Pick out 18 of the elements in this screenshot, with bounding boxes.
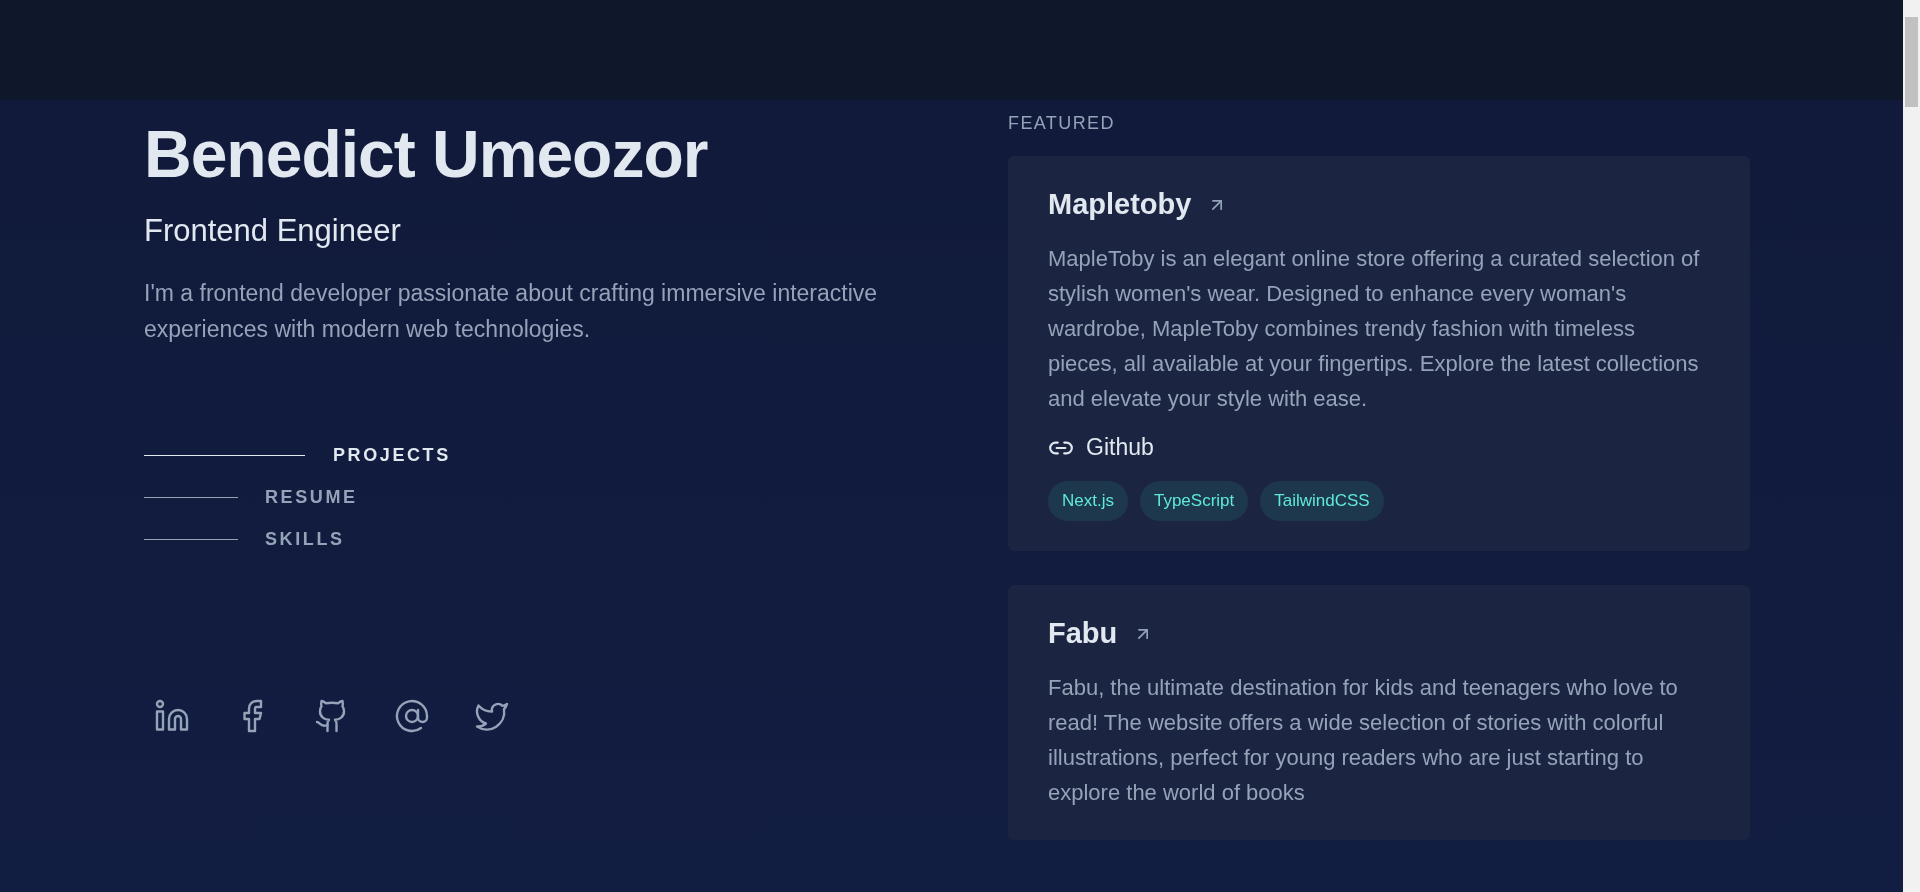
tech-tag: Next.js — [1048, 481, 1128, 521]
tech-tag: TailwindCSS — [1260, 481, 1384, 521]
section-heading: FEATURED — [1008, 113, 1116, 134]
project-description: Fabu, the ultimate destination for kids and teenagers who love to read! The website offers a wide selection of stories with colorful illustrations, perfect for young readers who are just starting to explore the world of books — [1048, 674, 1679, 807]
project-title-link[interactable]: Fabu — [1048, 617, 1154, 650]
linkedin-icon[interactable] — [154, 697, 190, 734]
bio-text: I'm a frontend developer passionate about crafting immersive interactive experiences with modern web technologies. — [144, 278, 879, 344]
role-title: Frontend Engineer — [144, 212, 402, 249]
nav-link[interactable]: RESUME — [144, 486, 1008, 508]
tech-tag: TypeScript — [1139, 481, 1249, 521]
project-title-link[interactable]: Mapletoby — [1048, 188, 1228, 221]
nav-link[interactable]: SKILLS — [144, 528, 1008, 550]
project-description: MapleToby is an elegant online store offering a curated selection of stylish women's wear. Designed to enhance every woman's wardrobe, MapleToby combines trendy fashion with timeless pieces, all available at your fingertips. Explore the latest collections and elevate your style with ease. — [1048, 245, 1701, 413]
nav-link[interactable]: PROJECTS — [144, 444, 1008, 466]
name-heading: Benedict Umeozor — [144, 118, 709, 191]
scrollbar[interactable] — [1903, 0, 1920, 892]
github-link[interactable]: Github — [1048, 434, 1154, 461]
at-sign-icon[interactable] — [394, 697, 430, 734]
